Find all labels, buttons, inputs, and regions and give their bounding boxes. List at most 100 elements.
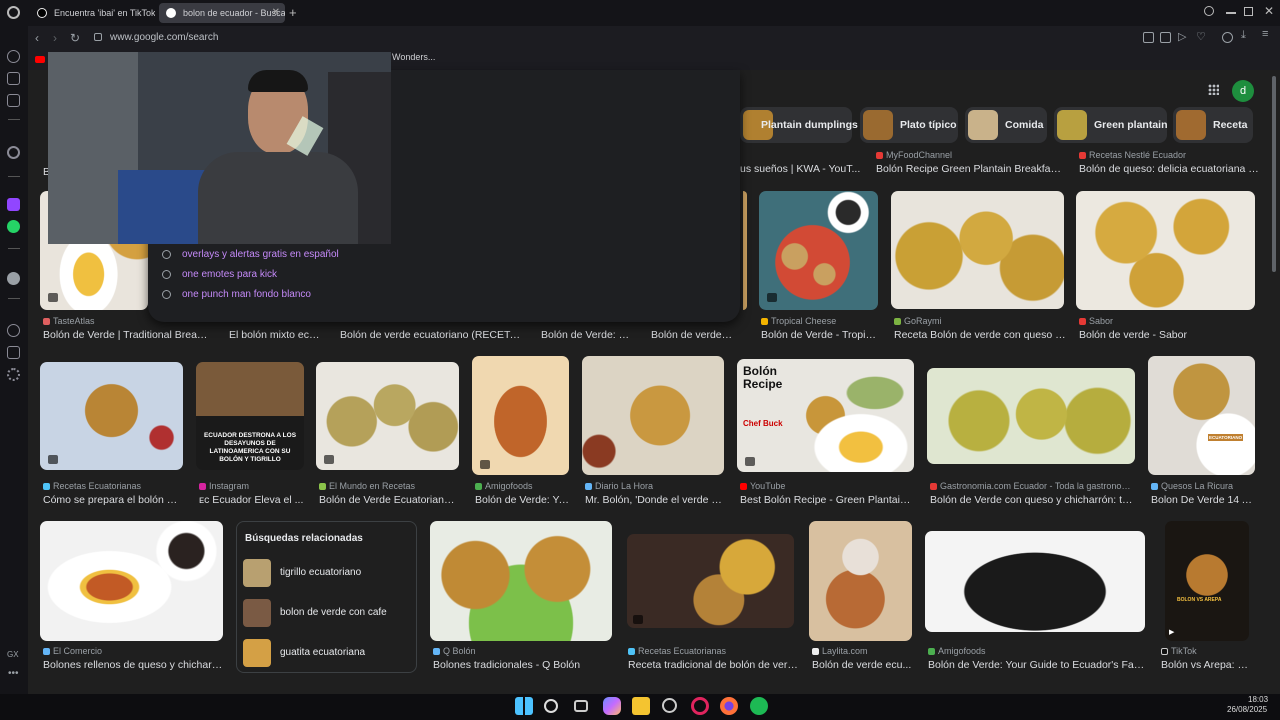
- menu-icon[interactable]: ≡: [1262, 28, 1268, 40]
- result-image[interactable]: [582, 356, 724, 475]
- avatar[interactable]: d: [1232, 80, 1254, 102]
- history-icon[interactable]: [7, 324, 20, 337]
- snapshot-icon[interactable]: [1160, 32, 1171, 43]
- result-card[interactable]: MyFoodChannel Bolón Recipe Green Plantai…: [876, 150, 1066, 175]
- result-title: ᴇᴄ Ecuador Eleva el ...: [199, 494, 304, 506]
- result-card[interactable]: Gastronomia.com Ecuador - Toda la gastro…: [930, 481, 1135, 506]
- settings-gear-icon[interactable]: [7, 368, 20, 381]
- reload-icon[interactable]: ↻: [70, 30, 80, 46]
- new-tab-button[interactable]: +: [289, 5, 297, 20]
- url-field[interactable]: www.google.com/search: [110, 32, 218, 43]
- result-image[interactable]: [927, 368, 1135, 464]
- result-card[interactable]: El Comercio Bolones rellenos de queso y …: [43, 646, 223, 671]
- result-card[interactable]: TikTok Bolón vs Arepa: R...: [1161, 646, 1249, 671]
- pin-icon[interactable]: [1143, 32, 1154, 43]
- result-image[interactable]: ECUADOR DESTRONA A LOS DESAYUNOS DE LATI…: [196, 362, 304, 470]
- gx-control-icon[interactable]: [662, 698, 677, 713]
- search-tabs-icon[interactable]: [1204, 6, 1214, 16]
- la-hora-favicon: [585, 483, 592, 491]
- result-title: Mr. Bolón, 'Donde el verde sa...: [585, 494, 724, 506]
- copilot-icon[interactable]: [603, 697, 621, 715]
- search-icon[interactable]: [544, 699, 558, 713]
- m-icon[interactable]: [7, 94, 20, 107]
- google-apps-icon[interactable]: [1208, 84, 1219, 95]
- result-card[interactable]: Q Bolón Bolones tradicionales - Q Bolón: [433, 646, 612, 671]
- forward-icon[interactable]: ›: [53, 30, 57, 46]
- result-card[interactable]: Instagram ᴇᴄ Ecuador Eleva el ...: [199, 481, 304, 506]
- extensions-icon[interactable]: [7, 346, 20, 359]
- result-image[interactable]: [743, 191, 747, 310]
- result-image[interactable]: [40, 362, 183, 470]
- result-card[interactable]: Recetas Ecuatorianas Cómo se prepara el …: [43, 481, 183, 506]
- result-card[interactable]: GoRaymi Receta Bolón de verde con queso …: [894, 316, 1066, 341]
- chip-plantain-dumplings[interactable]: Plantain dumplings: [740, 107, 858, 143]
- spotify-icon[interactable]: [7, 272, 20, 285]
- result-image[interactable]: [40, 521, 223, 641]
- suggestion-item[interactable]: one punch man fondo blanco: [162, 289, 311, 300]
- chip-green-plantain[interactable]: Green plantain: [1054, 107, 1168, 143]
- whatsapp-icon[interactable]: [7, 220, 20, 233]
- result-source-text: El Mundo en Recetas: [329, 481, 416, 491]
- result-card[interactable]: YouTube Best Bolón Recipe - Green Planta…: [740, 481, 914, 506]
- result-card[interactable]: Diario La Hora Mr. Bolón, 'Donde el verd…: [585, 481, 724, 506]
- result-image[interactable]: [430, 521, 612, 641]
- related-label: guatita ecuatoriana: [280, 647, 366, 658]
- result-image[interactable]: Bolón Recipe Chef Buck: [737, 359, 914, 472]
- result-card[interactable]: El Mundo en Recetas Bolón de Verde Ecuat…: [319, 481, 459, 506]
- firefox-icon[interactable]: [720, 697, 738, 715]
- more-icon[interactable]: •••: [8, 668, 19, 679]
- chip-receta[interactable]: Receta: [1173, 107, 1253, 143]
- result-image[interactable]: BOLON VS AREPA ▶: [1165, 521, 1249, 641]
- spotify-icon[interactable]: [750, 697, 768, 715]
- opera-gx-icon[interactable]: [691, 697, 709, 715]
- recipe-badge-icon: [324, 455, 334, 464]
- close-tab-icon[interactable]: ✕: [272, 3, 280, 23]
- maximize-icon[interactable]: [1244, 7, 1253, 16]
- gx-control-icon[interactable]: [7, 146, 20, 159]
- result-card[interactable]: Amigofoods Bolón de Verde: Yo...: [475, 481, 569, 506]
- player-icon[interactable]: ▷: [1178, 30, 1186, 43]
- result-image[interactable]: [1076, 191, 1255, 310]
- back-icon[interactable]: ‹: [35, 30, 39, 46]
- tab-tiktok[interactable]: Encuentra 'ibai' en TikTok: [30, 3, 155, 23]
- result-image[interactable]: [316, 362, 459, 470]
- result-image[interactable]: [925, 531, 1145, 632]
- chip-plato-tipico[interactable]: Plato típico: [860, 107, 958, 143]
- result-card[interactable]: Quesos La Ricura Bolon De Verde 14 A...: [1151, 481, 1255, 506]
- tab-google-search[interactable]: bolon de ecuador - Buscar ✕: [159, 3, 285, 23]
- close-window-icon[interactable]: ✕: [1264, 4, 1274, 18]
- result-image[interactable]: [809, 521, 912, 641]
- aria-icon[interactable]: [7, 50, 20, 63]
- download-icon[interactable]: ⤓: [1241, 29, 1246, 42]
- result-card[interactable]: Amigofoods Bolón de Verde: Your Guide to…: [928, 646, 1145, 671]
- result-card[interactable]: . us sueños | KWA - YouT...: [740, 150, 870, 175]
- result-image[interactable]: [891, 191, 1064, 309]
- task-view-icon[interactable]: [574, 700, 588, 712]
- result-image[interactable]: [759, 191, 878, 310]
- result-image[interactable]: [627, 534, 794, 628]
- clock-date[interactable]: 26/08/2025: [1227, 705, 1267, 714]
- wallet-icon[interactable]: [1222, 32, 1233, 43]
- chip-comida[interactable]: Comida: [965, 107, 1047, 143]
- page-scrollbar[interactable]: [1272, 76, 1276, 272]
- result-card[interactable]: Tropical Cheese Bolón de Verde - Tropic.…: [761, 316, 878, 341]
- youtube-bookmark-icon[interactable]: [35, 56, 45, 63]
- result-image[interactable]: [472, 356, 569, 475]
- result-source: Tropical Cheese: [761, 316, 878, 326]
- suggestion-item[interactable]: overlays y alertas gratis en español: [162, 249, 339, 260]
- twitch-icon[interactable]: [7, 198, 20, 211]
- opera-logo-icon[interactable]: [7, 6, 20, 19]
- image-icon[interactable]: [7, 72, 20, 85]
- clock-time[interactable]: 18:03: [1248, 695, 1268, 704]
- result-card[interactable]: Recetas Ecuatorianas Receta tradicional …: [628, 646, 798, 671]
- windows-start-icon[interactable]: [515, 697, 533, 715]
- suggestion-item[interactable]: one emotes para kick: [162, 269, 277, 280]
- result-image[interactable]: ECUATORIANO: [1148, 356, 1255, 475]
- result-card[interactable]: Laylita.com Bolón de verde ecu...: [812, 646, 912, 671]
- heart-icon[interactable]: ♡: [1196, 30, 1206, 43]
- bookmark-wonders[interactable]: Wonders...: [392, 52, 435, 62]
- minimize-icon[interactable]: [1226, 12, 1236, 14]
- file-explorer-icon[interactable]: [632, 697, 650, 715]
- result-card[interactable]: Recetas Nestlé Ecuador Bolón de queso: d…: [1079, 150, 1259, 175]
- result-card[interactable]: Sabor Bolón de verde - Sabor: [1079, 316, 1255, 341]
